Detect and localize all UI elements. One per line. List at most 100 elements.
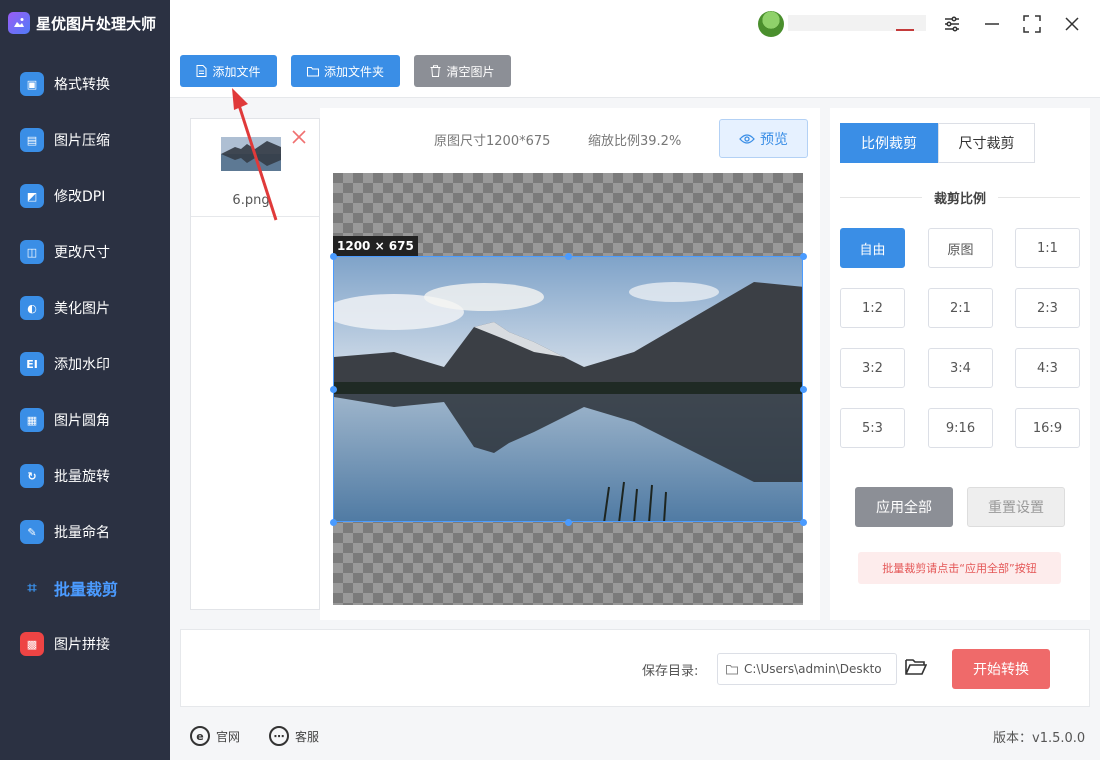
puzzle-icon: ▩ xyxy=(20,632,44,656)
sidebar-item[interactable]: ⌗ 批量裁剪 xyxy=(0,560,170,616)
sidebar-item-label: 格式转换 xyxy=(54,77,110,93)
sidebar-item-label: 图片拼接 xyxy=(54,637,110,653)
ratio-option[interactable]: 4:3 xyxy=(1015,348,1080,388)
ie-icon: e xyxy=(190,726,210,746)
website-label: 官网 xyxy=(216,729,241,744)
maximize-icon[interactable] xyxy=(1020,12,1044,36)
sidebar-item-label: 批量旋转 xyxy=(54,469,110,485)
folder-icon xyxy=(726,664,738,674)
website-link[interactable]: e 官网 xyxy=(190,726,240,746)
tab-size-crop[interactable]: 尺寸裁剪 xyxy=(938,123,1035,163)
ratio-option[interactable]: 1:1 xyxy=(1015,228,1080,268)
ratio-option[interactable]: 5:3 xyxy=(840,408,905,448)
add-file-label: 添加文件 xyxy=(212,64,261,79)
crop-handle[interactable] xyxy=(329,385,337,393)
sidebar-item[interactable]: ▣ 格式转换 xyxy=(0,56,170,112)
start-convert-button[interactable]: 开始转换 xyxy=(952,649,1050,689)
toolbar: 添加文件 添加文件夹 清空图片 xyxy=(170,48,1100,98)
arrow-annotation-icon xyxy=(232,88,278,221)
add-folder-button[interactable]: 添加文件夹 xyxy=(291,55,400,87)
crop-box[interactable] xyxy=(333,256,803,522)
sidebar-item[interactable]: ◩ 修改DPI xyxy=(0,168,170,224)
crop-handle[interactable] xyxy=(799,385,807,393)
apply-all-button[interactable]: 应用全部 xyxy=(855,487,953,527)
preview-panel: 原图尺寸1200*675 缩放比例39.2% 预览 1200 × 675 xyxy=(320,108,820,620)
sidebar-item[interactable]: ▤ 图片压缩 xyxy=(0,112,170,168)
chat-icon: ⋯ xyxy=(269,726,289,746)
save-bar: 保存目录: C:\Users\admin\Deskto 开始转换 xyxy=(180,629,1090,707)
support-link[interactable]: ⋯ 客服 xyxy=(269,726,319,746)
ratio-option[interactable]: 2:1 xyxy=(928,288,993,328)
sidebar-item-label: 图片圆角 xyxy=(54,413,110,429)
clear-images-button[interactable]: 清空图片 xyxy=(414,55,511,87)
tab-ratio-crop[interactable]: 比例裁剪 xyxy=(840,123,938,163)
eye-icon xyxy=(739,133,755,144)
preview-button[interactable]: 预览 xyxy=(719,119,808,158)
app-logo-icon xyxy=(8,12,30,34)
folder-icon xyxy=(306,66,319,76)
crop-settings-panel: 比例裁剪 尺寸裁剪 裁剪比例 自由 原图 1:1 1:2 2:1 2:3 3:2 3:4 4:3… xyxy=(830,108,1090,620)
save-path-field[interactable]: C:\Users\admin\Deskto xyxy=(717,653,897,685)
preview-image xyxy=(334,257,802,521)
resize-icon: ◫ xyxy=(20,240,44,264)
support-label: 客服 xyxy=(295,729,320,744)
sidebar: 星优图片处理大师 ▣ 格式转换 ▤ 图片压缩 ◩ 修改DPI ◫ 更改尺寸 ◐ 美化图片 EI 添加水… xyxy=(0,0,170,760)
hint-text: 批量裁剪请点击“应用全部”按钮 xyxy=(858,552,1061,584)
add-file-button[interactable]: 添加文件 xyxy=(180,55,277,87)
ratio-option[interactable]: 3:4 xyxy=(928,348,993,388)
crop-canvas[interactable]: 1200 × 675 xyxy=(329,173,807,605)
ratio-option[interactable]: 2:3 xyxy=(1015,288,1080,328)
save-path-text: C:\Users\admin\Deskto xyxy=(744,662,882,676)
settings-icon[interactable] xyxy=(940,12,964,36)
beautify-icon: ◐ xyxy=(20,296,44,320)
sidebar-item-label: 更改尺寸 xyxy=(54,245,110,261)
app-title: 星优图片处理大师 xyxy=(8,10,156,36)
rename-icon: ✎ xyxy=(20,520,44,544)
sidebar-item-label: 添加水印 xyxy=(54,357,110,373)
sidebar-item[interactable]: ◫ 更改尺寸 xyxy=(0,224,170,280)
crop-handle[interactable] xyxy=(329,518,337,526)
browse-folder-icon[interactable] xyxy=(905,657,929,681)
trash-icon xyxy=(430,65,441,77)
sidebar-item[interactable]: ▩ 图片拼接 xyxy=(0,616,170,672)
titlebar xyxy=(170,0,1100,48)
sidebar-item[interactable]: ◐ 美化图片 xyxy=(0,280,170,336)
ratio-option[interactable]: 3:2 xyxy=(840,348,905,388)
original-size-text: 原图尺寸1200*675 xyxy=(434,134,551,149)
sidebar-item[interactable]: ✎ 批量命名 xyxy=(0,504,170,560)
avatar[interactable] xyxy=(758,11,784,37)
minimize-icon[interactable] xyxy=(980,12,1004,36)
ratio-option[interactable]: 自由 xyxy=(840,228,905,268)
ratio-option[interactable]: 16:9 xyxy=(1015,408,1080,448)
crop-handle[interactable] xyxy=(564,252,572,260)
ratio-option[interactable]: 1:2 xyxy=(840,288,905,328)
version-text: 版本：v1.5.0.0 xyxy=(993,731,1086,746)
rounded-corner-icon: ▦ xyxy=(20,408,44,432)
footer: e 官网 ⋯ 客服 版本：v1.5.0.0 xyxy=(170,712,1100,760)
sidebar-item[interactable]: ▦ 图片圆角 xyxy=(0,392,170,448)
crop-icon: ⌗ xyxy=(27,578,37,597)
ratio-option[interactable]: 9:16 xyxy=(928,408,993,448)
close-icon[interactable] xyxy=(1060,12,1084,36)
remove-file-icon[interactable] xyxy=(291,129,307,145)
user-badge xyxy=(896,17,914,31)
save-dir-label: 保存目录: xyxy=(642,664,699,679)
sidebar-item[interactable]: EI 添加水印 xyxy=(0,336,170,392)
file-icon xyxy=(196,65,207,77)
add-folder-label: 添加文件夹 xyxy=(323,64,384,79)
dpi-icon: ◩ xyxy=(20,184,44,208)
crop-handle[interactable] xyxy=(799,252,807,260)
image-convert-icon: ▣ xyxy=(20,72,44,96)
ratio-option[interactable]: 原图 xyxy=(928,228,993,268)
crop-handle[interactable] xyxy=(329,252,337,260)
sidebar-item-label: 图片压缩 xyxy=(54,133,110,149)
reset-button[interactable]: 重置设置 xyxy=(967,487,1065,527)
crop-handle[interactable] xyxy=(799,518,807,526)
image-compress-icon: ▤ xyxy=(20,128,44,152)
sidebar-item-label: 批量裁剪 xyxy=(54,580,119,599)
sidebar-item-label: 批量命名 xyxy=(54,525,110,541)
sidebar-item[interactable]: ↻ 批量旋转 xyxy=(0,448,170,504)
app-title-text: 星优图片处理大师 xyxy=(36,14,157,33)
crop-handle[interactable] xyxy=(564,518,572,526)
clear-images-label: 清空图片 xyxy=(446,64,495,79)
